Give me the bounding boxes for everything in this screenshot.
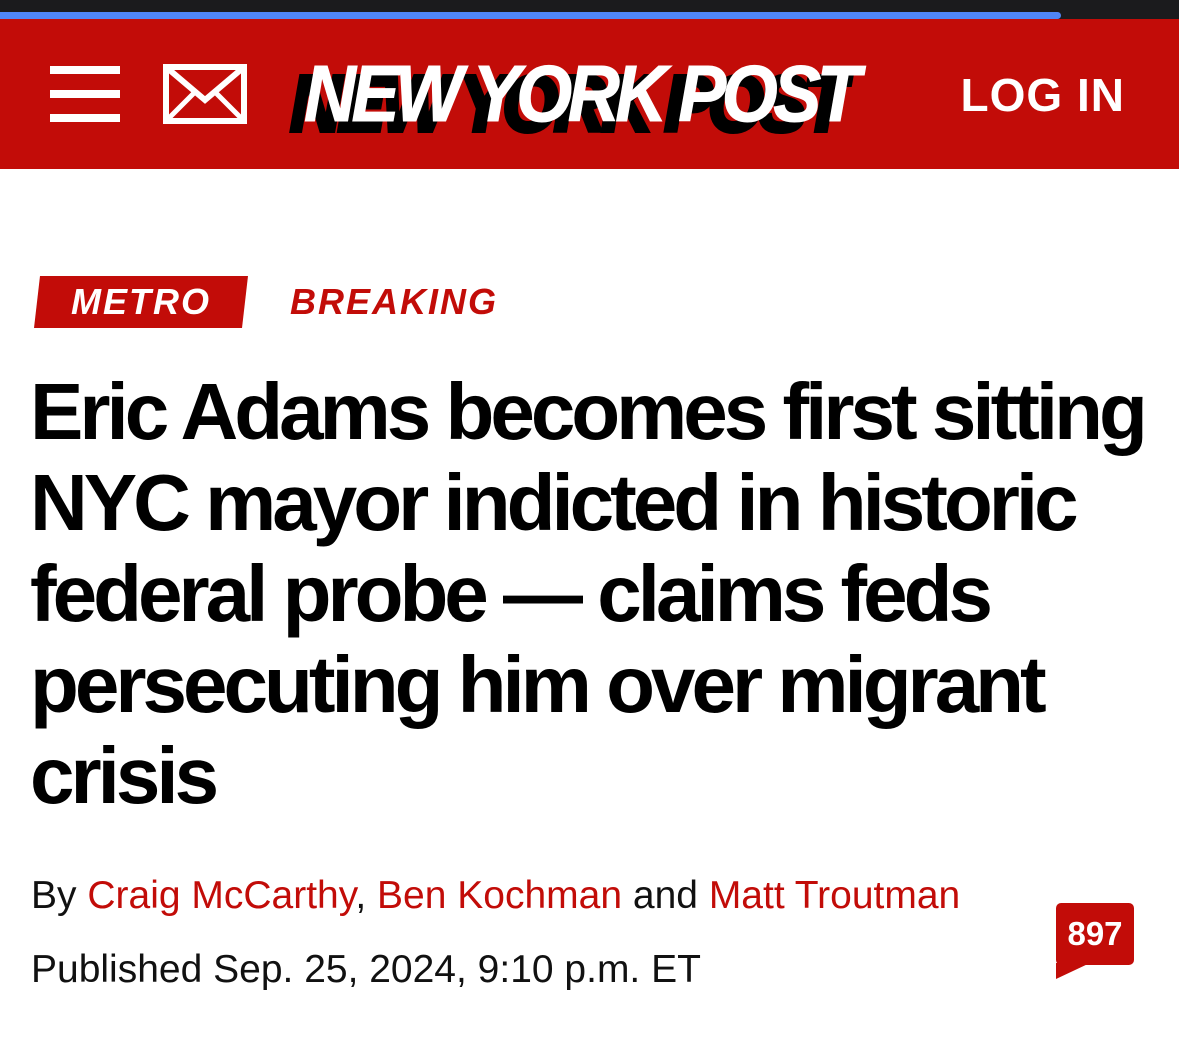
- hamburger-menu-icon[interactable]: [50, 66, 120, 122]
- byline-prefix: By: [31, 874, 77, 917]
- comment-count: 897: [1056, 903, 1134, 965]
- author-link[interactable]: Matt Troutman: [709, 874, 960, 917]
- byline-separator: ,: [355, 874, 367, 917]
- publish-date: Published Sep. 25, 2024, 9:10 p.m. ET: [31, 948, 701, 991]
- article-headline: Eric Adams becomes first sitting NYC may…: [30, 367, 1148, 820]
- site-header: NEW YORK POST NEW YORK POST LOG IN: [0, 19, 1179, 169]
- breaking-tag[interactable]: BREAKING: [290, 276, 498, 328]
- author-link[interactable]: Craig McCarthy: [87, 874, 355, 917]
- page-load-progress-bar: [0, 12, 1062, 19]
- section-tag-metro[interactable]: METRO: [34, 276, 248, 328]
- comments-button[interactable]: 897: [1056, 903, 1134, 979]
- site-logo-text: NEW YORK POST: [304, 49, 862, 139]
- login-button[interactable]: LOG IN: [961, 70, 1125, 120]
- browser-top-bar: [0, 0, 1179, 19]
- author-link[interactable]: Ben Kochman: [377, 874, 622, 917]
- site-logo[interactable]: NEW YORK POST NEW YORK POST: [282, 49, 892, 159]
- envelope-icon[interactable]: [163, 64, 247, 124]
- byline-conjunction: and: [632, 874, 698, 917]
- article-byline: By Craig McCarthy, Ben Kochman and Matt …: [31, 873, 1041, 919]
- comment-bubble-icon: [1056, 963, 1090, 979]
